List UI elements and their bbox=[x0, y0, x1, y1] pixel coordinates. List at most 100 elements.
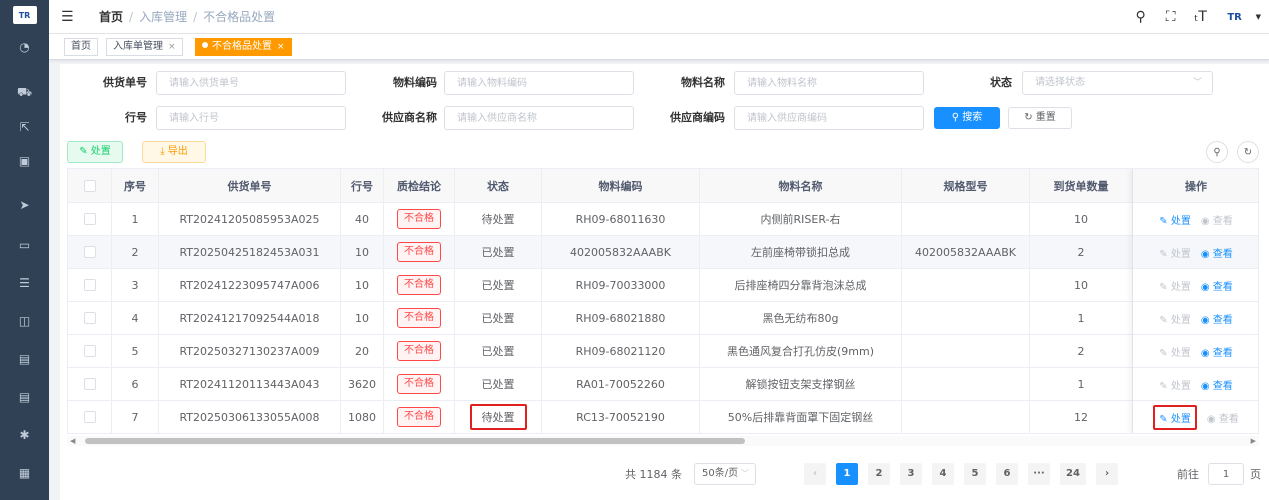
sidebar-item-purchase[interactable]: ⛟ bbox=[0, 76, 49, 110]
row-checkbox[interactable] bbox=[83, 213, 96, 225]
page-button[interactable]: 4 bbox=[932, 463, 954, 485]
row-checkbox[interactable] bbox=[83, 312, 96, 324]
close-icon[interactable]: × bbox=[277, 42, 285, 52]
view-link[interactable]: ◉ 查看 bbox=[1201, 377, 1233, 392]
handle-link[interactable]: ✎ 处置 bbox=[1159, 245, 1191, 260]
sidebar-item-dashboard[interactable]: ◔ bbox=[0, 30, 49, 64]
page-ellipsis-button[interactable]: ··· bbox=[1028, 463, 1050, 485]
supplier-code-input[interactable] bbox=[734, 106, 924, 130]
sidebar-item-debug[interactable]: ✱ bbox=[0, 418, 49, 452]
material-code-input[interactable] bbox=[444, 71, 634, 95]
tag-nonconforming[interactable]: 不合格品处置 × bbox=[195, 38, 292, 56]
cell-name: 黑色无纺布80g bbox=[700, 302, 902, 334]
horizontal-scrollbar-thumb[interactable] bbox=[85, 438, 745, 444]
table-row[interactable]: 6 RT20241120113443A043 3620 不合格 已处置 RA01-7005… bbox=[68, 368, 1258, 401]
qc-cell: 不合格 bbox=[384, 236, 455, 268]
cell-qty: 10 bbox=[1030, 269, 1133, 301]
table-row[interactable]: 2 RT20250425182453A031 10 不合格 已处置 402005832AA… bbox=[68, 236, 1258, 269]
sidebar: TR ◔ ⛟ ⇱ ▣ ➤ ▭ ☰ ◫ ▤ ▤ ✱ ▦ bbox=[0, 0, 49, 500]
sidebar-item-monitor[interactable]: ▭ bbox=[0, 228, 49, 262]
page-button[interactable]: 6 bbox=[996, 463, 1018, 485]
view-link-label: 查看 bbox=[1218, 413, 1239, 425]
view-link[interactable]: ◉ 查看 bbox=[1201, 212, 1233, 227]
view-link[interactable]: ◉ 查看 bbox=[1201, 344, 1233, 359]
refresh-button[interactable]: ↻ bbox=[1237, 141, 1259, 163]
horizontal-scrollbar[interactable]: ◀ ▶ bbox=[67, 436, 1259, 446]
goto-page-input[interactable] bbox=[1208, 463, 1244, 485]
caret-down-icon[interactable]: ▼ bbox=[1256, 13, 1261, 21]
row-checkbox[interactable] bbox=[83, 246, 96, 258]
hamburger-icon[interactable]: ☰ bbox=[61, 9, 83, 25]
sidebar-item-list[interactable]: ☰ bbox=[0, 266, 49, 300]
prev-page-button[interactable]: ‹ bbox=[804, 463, 826, 485]
sidebar-item-record-2[interactable]: ▤ bbox=[0, 380, 49, 414]
supply-no-input[interactable] bbox=[156, 71, 346, 95]
sidebar-logo[interactable]: TR bbox=[0, 0, 49, 30]
table-row[interactable]: 4 RT20241217092544A018 10 不合格 已处置 RH09-680218… bbox=[68, 302, 1258, 335]
page-button[interactable]: 5 bbox=[964, 463, 986, 485]
action-cell: ✎ 处置 ◉ 查看 bbox=[1133, 368, 1258, 401]
row-checkbox[interactable] bbox=[83, 279, 96, 291]
table-row[interactable]: 5 RT20250327130237A009 20 不合格 已处置 RH09-680211… bbox=[68, 335, 1258, 368]
handle-link[interactable]: ✎ 处置 bbox=[1159, 344, 1191, 359]
page-button[interactable]: 24 bbox=[1060, 463, 1086, 485]
supplier-code-label: 供应商编码 bbox=[670, 111, 725, 124]
page-size-select[interactable]: 50条/页 ﹀ bbox=[694, 463, 756, 485]
handle-link[interactable]: ✎ 处置 bbox=[1159, 311, 1191, 326]
toggle-search-button[interactable]: ⚲ bbox=[1206, 141, 1228, 163]
table-row[interactable]: 3 RT20241223095747A006 10 不合格 已处置 RH09-700330… bbox=[68, 269, 1258, 302]
sidebar-item-quality[interactable]: ▣ bbox=[0, 144, 49, 178]
view-link[interactable]: ◉ 查看 bbox=[1201, 278, 1233, 293]
status-text: 已处置 bbox=[481, 345, 515, 358]
close-icon[interactable]: × bbox=[168, 42, 176, 52]
page-button[interactable]: 1 bbox=[836, 463, 858, 485]
handle-link[interactable]: ✎ 处置 bbox=[1159, 278, 1191, 293]
table-row[interactable]: 7 RT20250306133055A008 1080 不合格 待处置 RC13-7005… bbox=[68, 401, 1258, 433]
row-checkbox[interactable] bbox=[83, 378, 96, 390]
sidebar-item-grid[interactable]: ▦ bbox=[0, 456, 49, 490]
fixed-action-column: 操作 ✎ 处置 ◉ 查看 ✎ 处置 ◉ 查看 ✎ 处置 ◉ 查看 ✎ 处置 ◉ 查看 ✎ 处置 ◉… bbox=[1133, 169, 1258, 433]
sidebar-item-inbound[interactable]: ⇱ bbox=[0, 110, 49, 144]
view-link[interactable]: ◉ 查看 bbox=[1201, 245, 1233, 260]
status-select[interactable]: 请选择状态 ﹀ bbox=[1022, 71, 1213, 95]
select-all-checkbox[interactable] bbox=[83, 179, 96, 192]
search-icon[interactable]: ⚲ bbox=[1126, 9, 1156, 25]
fullscreen-icon[interactable]: ⛶ bbox=[1156, 9, 1186, 25]
handle-link[interactable]: ✎ 处置 bbox=[1159, 377, 1191, 392]
reset-button[interactable]: ↻ 重置 bbox=[1008, 107, 1072, 129]
sidebar-item-send[interactable]: ➤ bbox=[0, 188, 49, 222]
scroll-left-icon[interactable]: ◀ bbox=[70, 436, 75, 446]
material-name-input[interactable] bbox=[734, 71, 924, 95]
send-icon: ➤ bbox=[19, 198, 30, 212]
font-size-icon[interactable]: ₜT bbox=[1186, 9, 1216, 25]
page-button[interactable]: 2 bbox=[868, 463, 890, 485]
column-header: 供货单号 bbox=[159, 169, 341, 202]
line-no-input[interactable] bbox=[156, 106, 346, 130]
supplier-name-input[interactable] bbox=[444, 106, 634, 130]
avatar[interactable]: TR bbox=[1220, 8, 1250, 26]
handle-link-label: 处置 bbox=[1170, 281, 1191, 293]
next-page-button[interactable]: › bbox=[1096, 463, 1118, 485]
edit-icon: ✎ bbox=[1159, 413, 1171, 425]
page-button[interactable]: 3 bbox=[900, 463, 922, 485]
export-button[interactable]: ⤓ 导出 bbox=[142, 141, 206, 163]
sidebar-item-record[interactable]: ▤ bbox=[0, 342, 49, 376]
handle-link[interactable]: ✎ 处置 bbox=[1153, 404, 1197, 430]
table-row[interactable]: 1 RT20241205085953A025 40 不合格 待处置 RH09-680116… bbox=[68, 203, 1258, 236]
search-button[interactable]: ⚲ 搜索 bbox=[934, 107, 1000, 129]
row-checkbox[interactable] bbox=[83, 411, 96, 423]
breadcrumb-item-home[interactable]: 首页 bbox=[99, 8, 123, 25]
status-text: 已处置 bbox=[481, 312, 515, 325]
scroll-right-icon[interactable]: ▶ bbox=[1251, 436, 1256, 446]
tag-home[interactable]: 首页 bbox=[64, 38, 98, 56]
handle-button[interactable]: ✎ 处置 bbox=[67, 141, 123, 163]
view-link[interactable]: ◉ 查看 bbox=[1207, 410, 1239, 425]
sidebar-item-report[interactable]: ◫ bbox=[0, 304, 49, 338]
row-checkbox[interactable] bbox=[83, 345, 96, 357]
view-link[interactable]: ◉ 查看 bbox=[1201, 311, 1233, 326]
action-cell: ✎ 处置 ◉ 查看 bbox=[1133, 335, 1258, 368]
tag-inbound-management[interactable]: 入库单管理 × bbox=[106, 38, 183, 56]
status-label: 状态 bbox=[990, 76, 1012, 89]
column-header: 操作 bbox=[1133, 169, 1258, 203]
handle-link[interactable]: ✎ 处置 bbox=[1159, 212, 1191, 227]
